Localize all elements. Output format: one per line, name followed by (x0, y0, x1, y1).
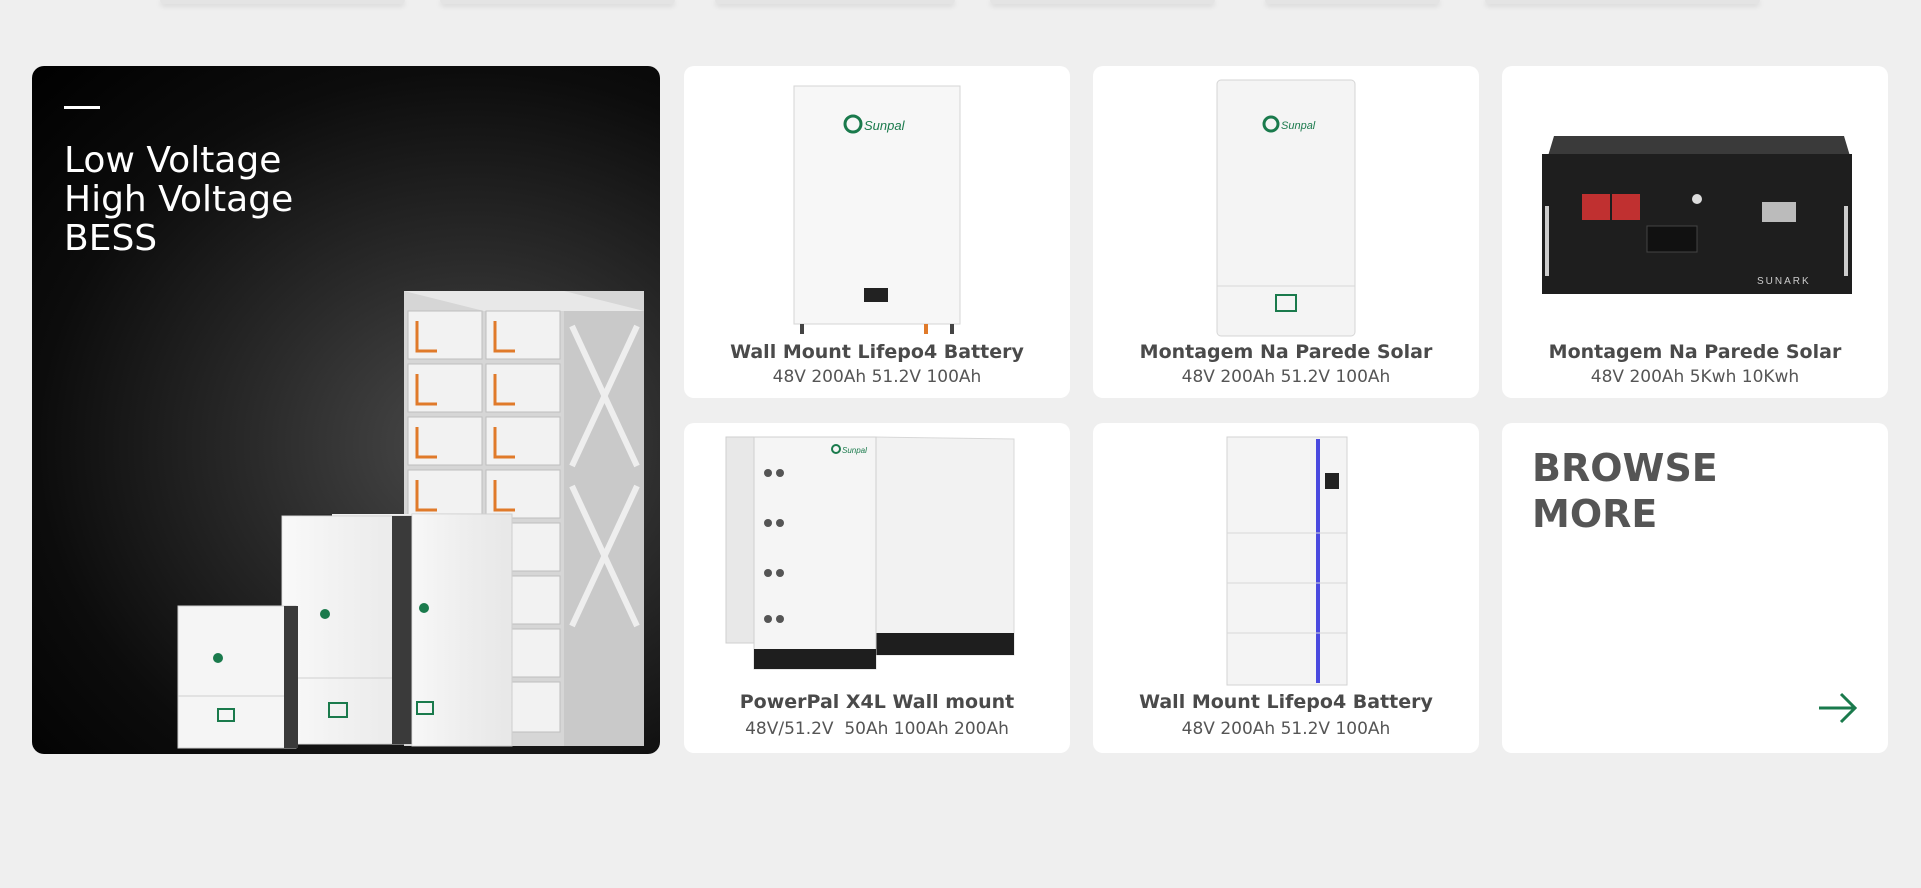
product-image-5 (1226, 436, 1348, 686)
brand-logo-4: Sunpal (842, 446, 867, 455)
product-card-4[interactable]: Sunpal PowerPal X4L Wall mount 48V/51.2V… (684, 423, 1070, 753)
browse-line-1: BROWSE (1532, 446, 1718, 490)
product-card-2[interactable]: Sunpal Montagem Na Parede Solar 48V 200A… (1093, 66, 1479, 398)
product-card-5[interactable]: Wall Mount Lifepo4 Battery 48V 200Ah 51.… (1093, 423, 1479, 753)
product-card-3[interactable]: SUNARK Montagem Na Parede Solar 48V 200A… (1502, 66, 1888, 398)
brand-logo-3: SUNARK (1757, 276, 1811, 287)
browse-line-2: MORE (1532, 492, 1658, 536)
product-name-3[interactable]: Montagem Na Parede Solar (1502, 341, 1888, 363)
product-spec-4: 48V/51.2V 50Ah 100Ah 200Ah (745, 719, 1009, 739)
arrow-right-icon[interactable] (1817, 691, 1859, 725)
product-image-2: Sunpal (1216, 79, 1356, 337)
brand-logo-2: Sunpal (1281, 120, 1316, 132)
brand-logo-1: Sunpal (864, 118, 906, 133)
product-image-3: SUNARK (1542, 136, 1852, 294)
browse-more-label: BROWSE MORE (1532, 445, 1718, 537)
carousel-edge (0, 0, 1921, 10)
product-name-2[interactable]: Montagem Na Parede Solar (1093, 341, 1479, 363)
product-spec-2: 48V 200Ah 51.2V 100Ah (1181, 367, 1391, 387)
product-image-4: Sunpal (725, 436, 1015, 670)
hero-battery-image (177, 291, 644, 749)
product-spec-1: 48V 200Ah 51.2V 100Ah (772, 367, 982, 387)
product-spec-5: 48V 200Ah 51.2V 100Ah (1181, 719, 1391, 739)
product-name-5[interactable]: Wall Mount Lifepo4 Battery (1093, 691, 1479, 713)
hero-card[interactable]: Low Voltage High Voltage BESS (32, 66, 660, 754)
product-card-1[interactable]: Sunpal Wall Mount Lifepo4 Battery 48V 20… (684, 66, 1070, 398)
product-spec-3: 48V 200Ah 5Kwh 10Kwh (1590, 367, 1800, 387)
product-image-1: Sunpal (793, 85, 961, 334)
browse-more-card[interactable]: BROWSE MORE (1502, 423, 1888, 753)
product-name-4[interactable]: PowerPal X4L Wall mount (684, 691, 1070, 713)
product-name-1[interactable]: Wall Mount Lifepo4 Battery (684, 341, 1070, 363)
